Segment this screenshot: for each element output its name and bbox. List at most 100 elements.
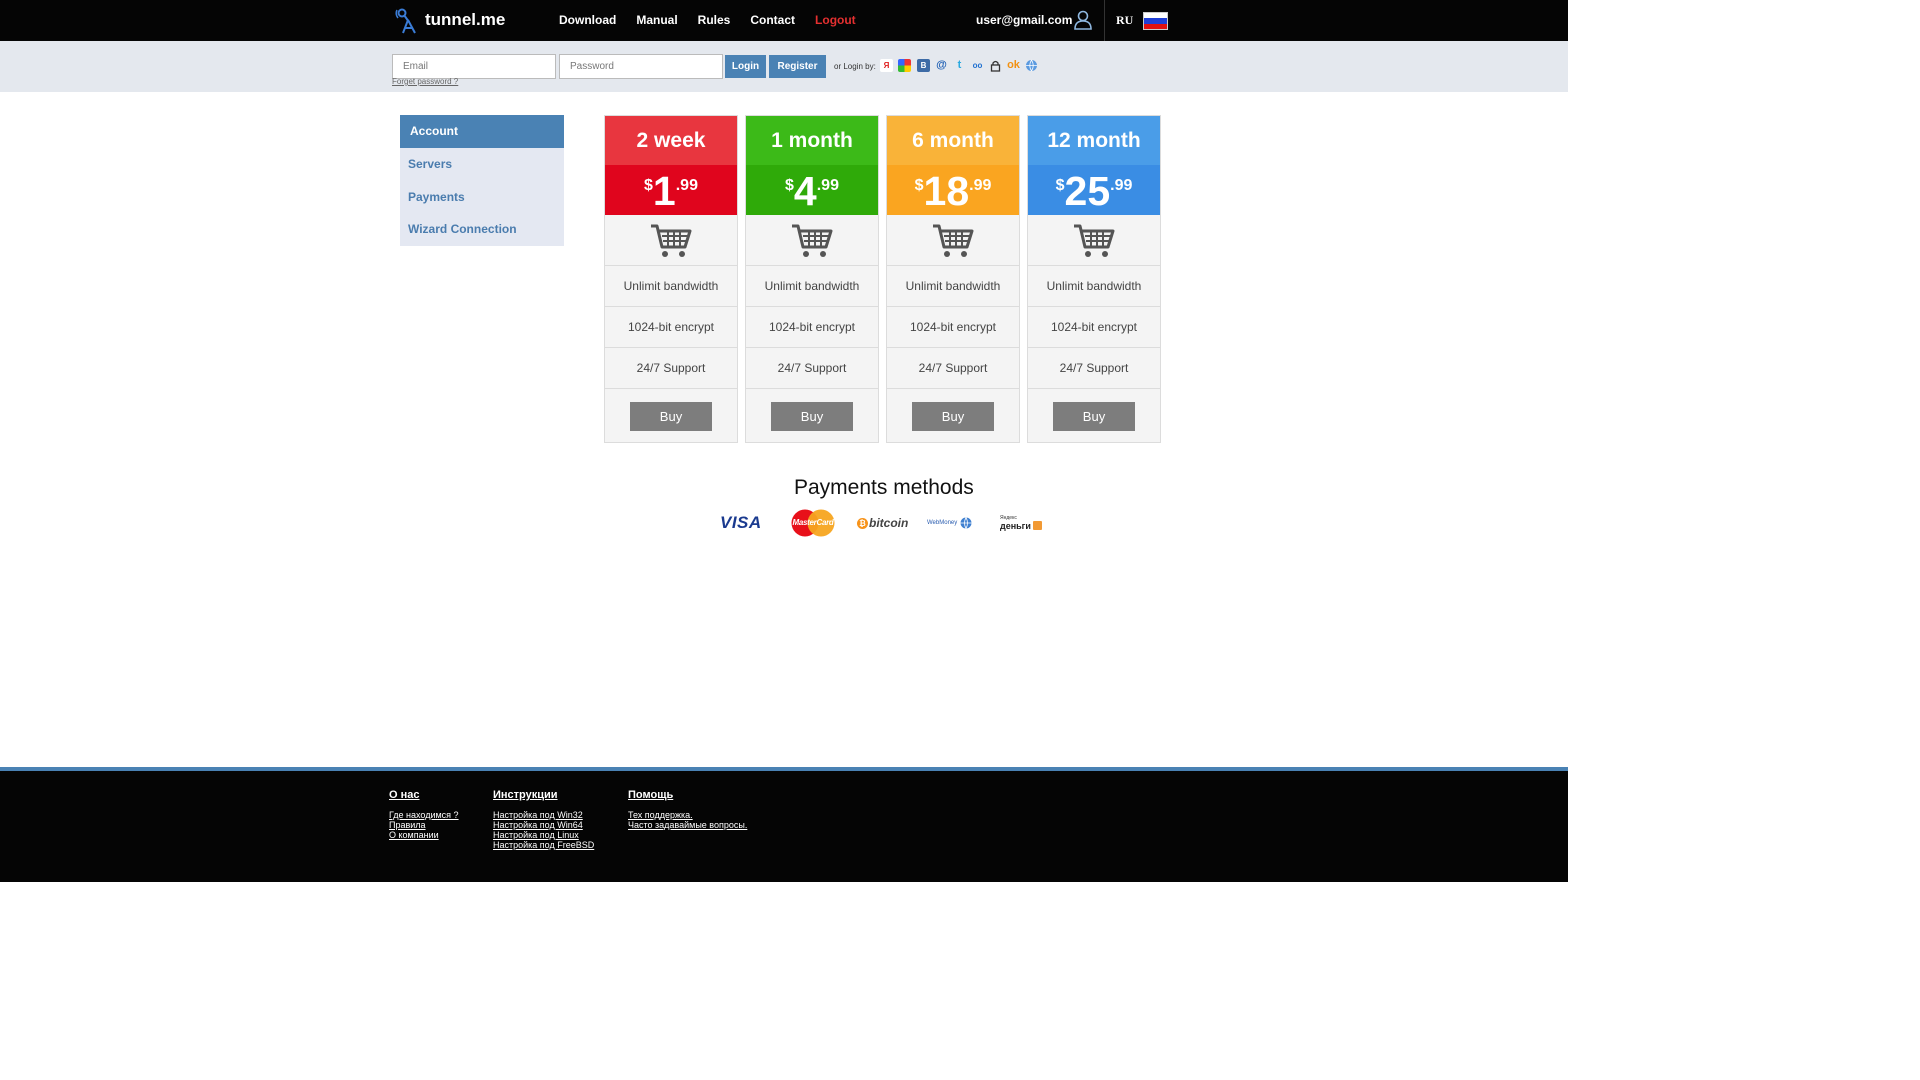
footer-heading-help[interactable]: Помощь xyxy=(628,789,747,801)
buy-button[interactable]: Buy xyxy=(912,402,994,431)
footer-link-linux[interactable]: Настройка под Linux xyxy=(493,830,594,840)
footer-link-company[interactable]: О компании xyxy=(389,830,459,840)
feature-bandwidth: Unlimit bandwidth xyxy=(746,266,878,307)
footer-column-about: О нас Где находимся ? Правила О компании xyxy=(389,789,459,840)
password-input[interactable] xyxy=(559,54,723,79)
feature-encrypt: 1024-bit encrypt xyxy=(746,307,878,348)
buy-button[interactable]: Buy xyxy=(771,402,853,431)
shopping-cart-icon xyxy=(651,224,692,257)
footer-heading-instructions[interactable]: Инструкции xyxy=(493,789,594,801)
footer-link-freebsd[interactable]: Настройка под FreeBSD xyxy=(493,840,594,850)
footer-link-location[interactable]: Где находимся ? xyxy=(389,810,459,820)
feature-bandwidth: Unlimit bandwidth xyxy=(887,266,1019,307)
cart-cell xyxy=(887,215,1019,266)
footer: О нас Где находимся ? Правила О компании… xyxy=(0,771,1568,882)
feature-bandwidth: Unlimit bandwidth xyxy=(605,266,737,307)
lock-login-icon[interactable] xyxy=(989,59,1002,72)
price-currency: $ xyxy=(914,177,924,194)
bitcoin-icon: ₿ xyxy=(857,517,868,529)
plan-price: $25.99 xyxy=(1028,165,1160,215)
feature-support: 24/7 Support xyxy=(887,348,1019,389)
google-login-icon[interactable] xyxy=(898,59,911,72)
sidebar-item-account[interactable]: Account xyxy=(400,115,564,148)
plan-period: 6 month xyxy=(887,116,1019,165)
price-cents: .99 xyxy=(969,177,992,194)
webmoney-logo: WebMoney xyxy=(927,517,972,529)
footer-link-win32[interactable]: Настройка под Win32 xyxy=(493,810,594,820)
footer-column-help: Помощь Тех поддержка. Часто задаваймые в… xyxy=(628,789,747,830)
yandex-login-icon[interactable]: Я xyxy=(880,59,893,72)
plan-card: 12 month $25.99 Unlimit bandwidth 1024-bit … xyxy=(1027,115,1161,443)
cart-cell xyxy=(605,215,737,266)
forget-password-link[interactable]: Forget password ? xyxy=(392,77,458,86)
plan-price: $1.99 xyxy=(605,165,737,215)
logo-text[interactable]: tunnel.me xyxy=(425,10,505,30)
price-cents: .99 xyxy=(816,177,839,194)
main-nav: Download Manual Rules Contact Logout xyxy=(559,13,876,27)
footer-link-faq[interactable]: Часто задаваймые вопросы. xyxy=(628,820,747,830)
feature-support: 24/7 Support xyxy=(746,348,878,389)
buy-button[interactable]: Buy xyxy=(630,402,712,431)
email-input[interactable] xyxy=(392,54,556,79)
user-icon[interactable] xyxy=(1074,10,1092,30)
shopping-cart-icon xyxy=(933,224,974,257)
sidebar-item-wizard-connection[interactable]: Wizard Connection xyxy=(400,213,564,246)
top-divider xyxy=(1104,0,1105,41)
price-cents: .99 xyxy=(675,177,698,194)
vk-login-icon[interactable]: B xyxy=(917,59,930,72)
sidebar-item-servers[interactable]: Servers xyxy=(400,148,564,181)
yandex-money-logo: Яндекс деньги xyxy=(1000,514,1042,531)
plan-period: 1 month xyxy=(746,116,878,165)
nav-download[interactable]: Download xyxy=(559,13,616,27)
payments-methods-title: Payments methods xyxy=(794,476,974,499)
odnoklassniki-login-icon[interactable]: ok xyxy=(1007,59,1020,72)
shopping-cart-icon xyxy=(1074,224,1115,257)
price-amount: 4 xyxy=(793,168,817,214)
price-cents: .99 xyxy=(1110,177,1133,194)
price-amount: 18 xyxy=(923,168,970,214)
russia-flag-icon[interactable] xyxy=(1143,12,1168,30)
buy-button[interactable]: Buy xyxy=(1053,402,1135,431)
user-email[interactable]: user@gmail.com xyxy=(976,13,1072,27)
language-label[interactable]: RU xyxy=(1116,13,1133,28)
feature-support: 24/7 Support xyxy=(605,348,737,389)
account-sidebar: Account Servers Payments Wizard Connecti… xyxy=(400,115,564,246)
footer-column-instructions: Инструкции Настройка под Win32 Настройка… xyxy=(493,789,594,850)
yandex-wallet-icon xyxy=(1032,521,1042,530)
nav-manual[interactable]: Manual xyxy=(636,13,677,27)
openid-globe-icon[interactable] xyxy=(1025,59,1038,72)
mailru-login-icon[interactable]: @ xyxy=(935,59,948,72)
cart-cell xyxy=(1028,215,1160,266)
livejournal-login-icon[interactable]: oo xyxy=(971,59,984,72)
or-login-label: or Login by: xyxy=(834,62,876,71)
footer-link-rules[interactable]: Правила xyxy=(389,820,459,830)
cart-cell xyxy=(746,215,878,266)
shopping-cart-icon xyxy=(792,224,833,257)
nav-rules[interactable]: Rules xyxy=(698,13,731,27)
nav-logout[interactable]: Logout xyxy=(815,13,856,27)
register-button[interactable]: Register xyxy=(769,55,826,78)
price-amount: 1 xyxy=(652,168,676,214)
webmoney-globe-icon xyxy=(960,517,972,529)
feature-encrypt: 1024-bit encrypt xyxy=(605,307,737,348)
feature-bandwidth: Unlimit bandwidth xyxy=(1028,266,1160,307)
price-amount: 25 xyxy=(1064,168,1111,214)
top-bar: tunnel.me Download Manual Rules Contact … xyxy=(0,0,1568,41)
feature-encrypt: 1024-bit encrypt xyxy=(887,307,1019,348)
footer-link-win64[interactable]: Настройка под Win64 xyxy=(493,820,594,830)
price-currency: $ xyxy=(785,177,794,194)
footer-heading-about[interactable]: О нас xyxy=(389,789,459,801)
login-button[interactable]: Login xyxy=(725,55,766,78)
plan-price: $4.99 xyxy=(746,165,878,215)
twitter-login-icon[interactable]: t xyxy=(953,59,966,72)
sidebar-item-payments[interactable]: Payments xyxy=(400,181,564,214)
plan-card: 1 month $4.99 Unlimit bandwidth 1024-bit en… xyxy=(745,115,879,443)
visa-logo: VISA xyxy=(720,513,762,532)
footer-link-support[interactable]: Тех поддержка. xyxy=(628,810,747,820)
antenna-logo-icon[interactable] xyxy=(395,6,419,34)
plan-price: $18.99 xyxy=(887,165,1019,215)
plan-card: 6 month $18.99 Unlimit bandwidth 1024-bit e… xyxy=(886,115,1020,443)
price-currency: $ xyxy=(1055,177,1065,194)
login-bar: Login Register Forget password ? or Logi… xyxy=(0,41,1568,92)
nav-contact[interactable]: Contact xyxy=(750,13,795,27)
